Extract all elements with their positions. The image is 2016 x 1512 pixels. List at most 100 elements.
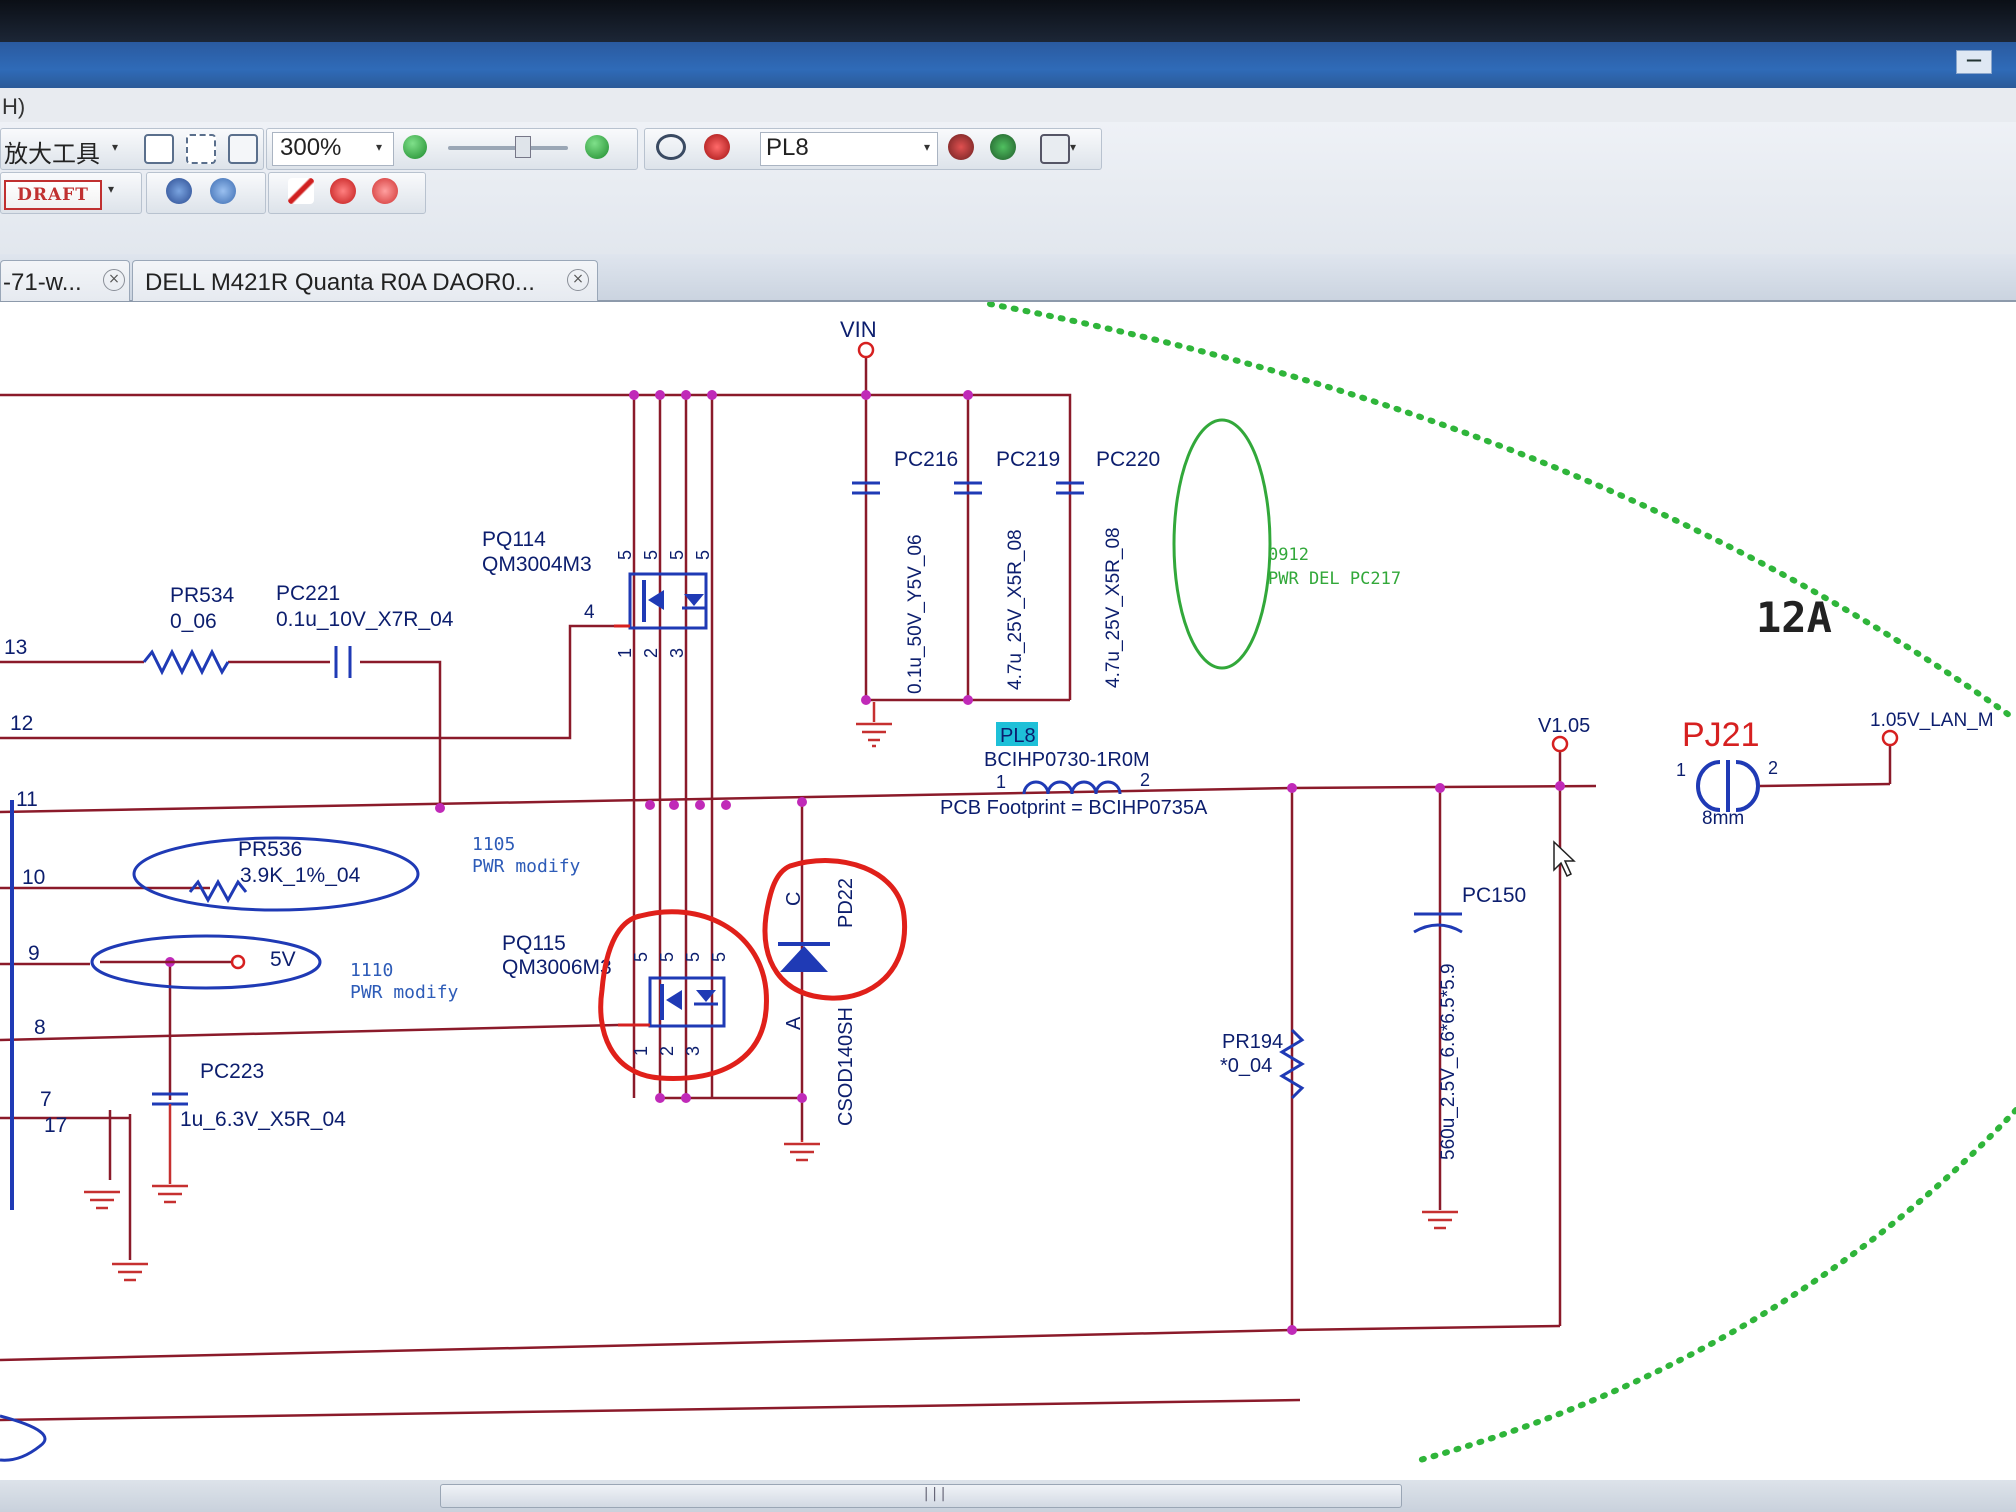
pin-number: 11 <box>16 788 38 811</box>
pq115-pin: 1 <box>631 1046 651 1056</box>
layer-bottom-icon[interactable] <box>210 178 236 204</box>
menu-bar <box>0 88 2016 122</box>
net-dropdown-icon[interactable]: ▾ <box>924 140 930 154</box>
probe-green-icon[interactable] <box>990 134 1016 160</box>
pl8-pin1: 1 <box>996 772 1006 792</box>
toolbar-group-layers <box>146 172 266 214</box>
pq114-pin: 5 <box>693 550 713 560</box>
tab-document-1[interactable]: -71-w... × <box>0 260 130 301</box>
pl8-ref: PL8 <box>1000 725 1036 747</box>
note-0912-text: PWR DEL PC217 <box>1268 569 1401 589</box>
note-ellipse-0912 <box>1172 418 1272 670</box>
pl8-part: BCIHP0730-1R0M <box>984 749 1150 771</box>
monitor-bezel <box>0 0 2016 42</box>
pin-number: 8 <box>34 1016 46 1039</box>
tab-document-2[interactable]: DELL M421R Quanta R0A DAOR0... × <box>132 260 598 301</box>
title-bar <box>0 42 2016 88</box>
pc150-value: 560u_2.5V_6.6*6.5*5.9 <box>1438 963 1459 1160</box>
5v-terminal <box>230 954 246 970</box>
zoom-out-icon[interactable] <box>403 135 427 159</box>
markup-ellipse-partial <box>0 1414 47 1462</box>
pq115-pin: 5 <box>683 952 703 962</box>
zoom-slider-thumb[interactable] <box>515 136 531 158</box>
v105-terminal <box>1551 735 1569 753</box>
lan-terminal <box>1881 729 1899 747</box>
close-icon[interactable]: × <box>567 269 589 291</box>
probe-icon[interactable] <box>948 134 974 160</box>
pr194-ref: PR194 <box>1222 1031 1283 1053</box>
pr534-ref: PR534 <box>170 584 235 607</box>
schematic-drawing: VIN PC216 PC219 PC220 0.1u_50V_Y5V_06 4.… <box>0 302 2016 1463</box>
ground-symbol-left-b <box>112 1262 148 1282</box>
pr534-resistor <box>142 648 230 676</box>
zoom-actual-icon[interactable] <box>144 134 174 164</box>
pin-number: 9 <box>28 942 40 965</box>
5v-label: 5V <box>270 948 296 971</box>
ground-symbol-left-a <box>84 1190 120 1210</box>
zoom-page-icon[interactable] <box>228 134 258 164</box>
wire-tool-icon[interactable] <box>288 178 314 204</box>
pc221-capacitor <box>334 646 352 678</box>
pin-number: 13 <box>4 636 27 659</box>
pc223-value: 1u_6.3V_X5R_04 <box>180 1108 346 1131</box>
pc216-ref: PC216 <box>894 448 958 471</box>
pin-number: 7 <box>40 1088 52 1111</box>
pq114-pin: 5 <box>615 550 635 560</box>
zoom-slider[interactable] <box>448 146 568 150</box>
zoom-in-icon[interactable] <box>585 135 609 159</box>
note-1105-date: 1105 <box>472 834 515 855</box>
pr536-resistor <box>188 878 248 904</box>
pj21-jumper <box>1696 760 1760 812</box>
binoculars-icon[interactable] <box>656 134 686 160</box>
pin-number: 17 <box>44 1114 67 1137</box>
gear-red-icon[interactable] <box>330 178 356 204</box>
wire-group <box>0 355 1892 1422</box>
mouse-cursor <box>1553 840 1576 878</box>
pd22-part: CSOD140SH <box>835 1007 857 1126</box>
scrollbar-grip: ||| <box>922 1486 948 1502</box>
pin-number: 10 <box>22 866 45 889</box>
schematic-canvas[interactable]: VIN PC216 PC219 PC220 0.1u_50V_Y5V_06 4.… <box>0 302 2016 1480</box>
minimize-button[interactable]: — <box>1956 50 1992 74</box>
pd22-anode: A <box>783 1016 805 1030</box>
pr536-ref: PR536 <box>238 838 302 861</box>
zoom-fit-icon[interactable] <box>186 134 216 164</box>
draft-dropdown-icon[interactable]: ▾ <box>108 182 114 196</box>
tab-label: DELL M421R Quanta R0A DAOR0... <box>145 269 535 296</box>
highlight-net-icon[interactable] <box>704 134 730 160</box>
pc221-value: 0.1u_10V_X7R_04 <box>276 608 454 631</box>
pc216-value: 0.1u_50V_Y5V_06 <box>905 534 926 694</box>
pq114-part: QM3004M3 <box>482 553 592 576</box>
pc221-ref: PC221 <box>276 582 340 605</box>
pq115-part: QM3006M3 <box>502 956 612 979</box>
pr534-value: 0_06 <box>170 610 217 633</box>
board-outline-arc-lower <box>1417 1107 2016 1463</box>
pd22-ref: PD22 <box>835 878 857 928</box>
pq115-pin: 5 <box>631 952 651 962</box>
filter-dropdown-icon[interactable]: ▾ <box>1070 140 1076 154</box>
pc223-ref: PC223 <box>200 1060 264 1083</box>
pr194-value: *0_04 <box>1220 1055 1272 1077</box>
pc220-ref: PC220 <box>1096 448 1160 471</box>
menu-item-fragment[interactable]: H) <box>2 94 25 120</box>
magnifier-tools-menu[interactable]: 放大工具 <box>4 134 100 169</box>
pq114-pin: 5 <box>667 550 687 560</box>
pc150-capacitor <box>1413 912 1463 934</box>
note-0912-date: 0912 <box>1268 545 1309 565</box>
layer-top-icon[interactable] <box>166 178 192 204</box>
pq114-gate-pin: 4 <box>584 602 595 623</box>
scrollbar-thumb[interactable] <box>440 1484 1402 1508</box>
zoom-level-value: 300% <box>280 134 342 161</box>
component-red-icon[interactable] <box>372 178 398 204</box>
zoom-dropdown-icon[interactable]: ▾ <box>376 140 382 154</box>
ground-symbol-pc150 <box>1422 1210 1458 1230</box>
draft-button[interactable]: DRAFT <box>4 180 102 210</box>
filter-icon[interactable] <box>1040 134 1070 164</box>
chevron-down-icon[interactable]: ▾ <box>112 140 118 154</box>
pr536-value: 3.9K_1%_04 <box>240 864 361 887</box>
pc219-value: 4.7u_25V_X5R_08 <box>1005 529 1026 690</box>
ground-symbol-input <box>856 702 892 748</box>
pq114-pin: 2 <box>641 648 661 658</box>
pq114-pin: 3 <box>667 648 687 658</box>
close-icon[interactable]: × <box>103 269 125 291</box>
